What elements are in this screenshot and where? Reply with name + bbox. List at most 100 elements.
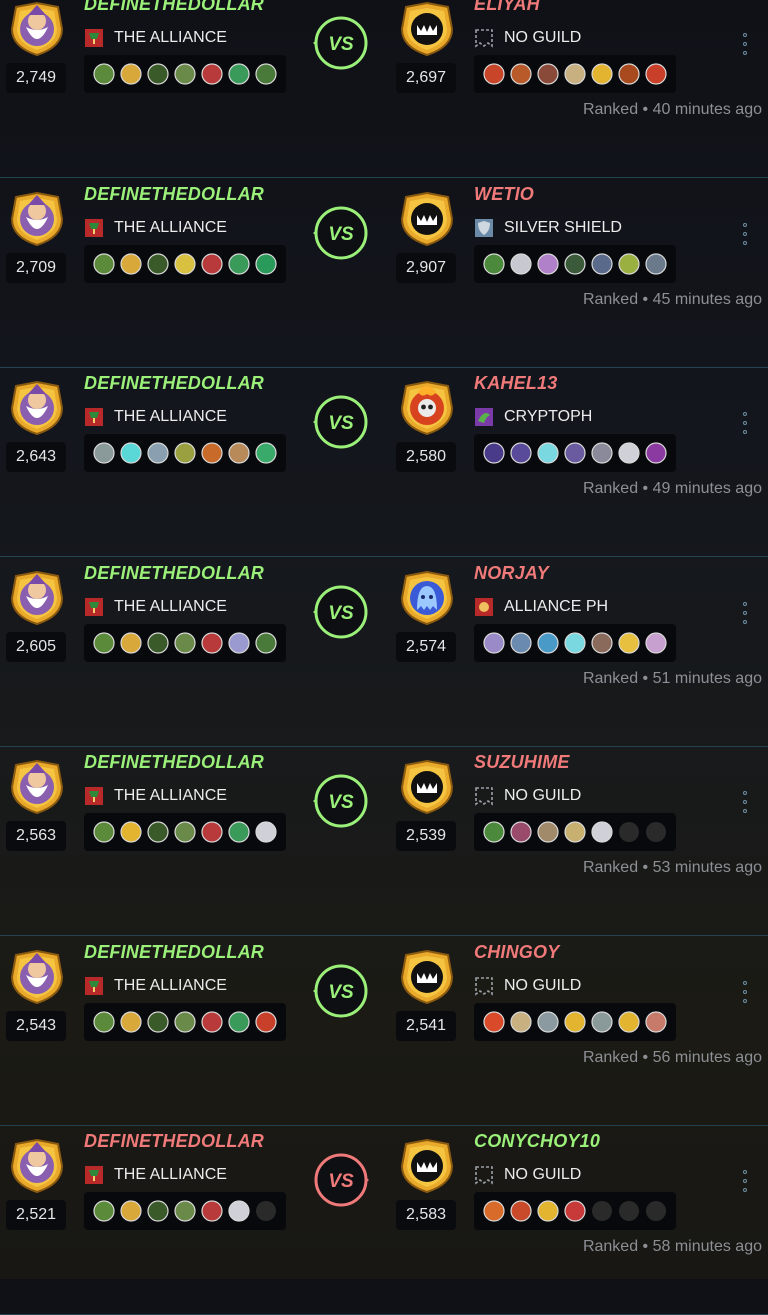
monster-card-icon[interactable] (510, 63, 532, 85)
player-team-lineup[interactable] (84, 623, 286, 662)
monster-card-icon[interactable] (537, 1200, 559, 1222)
guild-row[interactable]: THE ALLIANCE (84, 1164, 227, 1186)
monster-card-icon[interactable] (120, 63, 142, 85)
monster-card-icon[interactable] (147, 631, 169, 654)
monster-card-icon[interactable] (174, 631, 196, 654)
guild-row[interactable]: NO GUILD (474, 975, 581, 997)
monster-card-icon[interactable] (201, 252, 223, 275)
monster-card-icon[interactable] (201, 442, 223, 464)
monster-card-icon[interactable] (255, 821, 277, 843)
monster-card-icon[interactable] (93, 442, 115, 464)
player-name-link[interactable]: DEFINETHEDOLLAR (84, 0, 264, 15)
battle-entry[interactable]: 2,709 DEFINETHEDOLLAR THE ALLIANCE VS 2,907 W… (0, 179, 768, 368)
kebab-menu-icon[interactable] (740, 787, 750, 813)
player-team-lineup[interactable] (84, 55, 286, 93)
monster-card-icon[interactable] (174, 821, 196, 843)
monster-card-icon[interactable] (201, 63, 223, 85)
player-name-link[interactable]: DEFINETHEDOLLAR (84, 752, 264, 773)
monster-card-icon[interactable] (120, 442, 142, 464)
guild-row[interactable]: THE ALLIANCE (84, 596, 227, 618)
player-name-link[interactable]: WETIO (474, 184, 534, 205)
wizard-avatar[interactable] (8, 380, 66, 436)
monster-card-icon[interactable] (483, 63, 505, 85)
player-name-link[interactable]: DEFINETHEDOLLAR (84, 373, 264, 394)
monster-card-icon[interactable] (174, 252, 196, 275)
guild-row[interactable]: THE ALLIANCE (84, 406, 227, 428)
monster-card-icon[interactable] (591, 442, 613, 464)
monster-card-icon[interactable] (120, 252, 142, 275)
monster-card-icon[interactable] (537, 821, 559, 843)
monster-card-icon[interactable] (645, 631, 667, 654)
monster-card-icon[interactable] (564, 1010, 586, 1033)
kebab-menu-icon[interactable] (740, 598, 750, 624)
monster-card-icon[interactable] (537, 252, 559, 275)
monster-card-icon[interactable] (93, 1010, 115, 1033)
monster-card-icon[interactable] (564, 821, 586, 843)
opponent-team-lineup[interactable] (474, 813, 676, 851)
guild-row[interactable]: CRYPTOPH (474, 406, 592, 428)
wizard-avatar[interactable] (8, 949, 66, 1005)
player-name-link[interactable]: ELIYAH (474, 0, 540, 15)
monster-card-icon[interactable] (147, 63, 169, 85)
monster-card-icon[interactable] (93, 63, 115, 85)
wizard-avatar[interactable] (8, 191, 66, 247)
wizard-avatar[interactable] (8, 570, 66, 626)
player-name-link[interactable]: DEFINETHEDOLLAR (84, 563, 264, 584)
monster-card-icon[interactable] (93, 1200, 115, 1222)
monster-card-icon[interactable] (537, 1010, 559, 1033)
monster-card-icon[interactable] (618, 63, 640, 85)
opponent-team-lineup[interactable] (474, 434, 676, 472)
monster-card-icon[interactable] (564, 442, 586, 464)
monster-card-icon[interactable] (255, 63, 277, 85)
monster-card-icon[interactable] (147, 1200, 169, 1222)
monster-card-icon[interactable] (483, 442, 505, 464)
monster-card-icon[interactable] (120, 1010, 142, 1033)
player-team-lineup[interactable] (84, 244, 286, 283)
monster-card-icon[interactable] (510, 1010, 532, 1033)
opponent-team-lineup[interactable] (474, 623, 676, 662)
kebab-menu-icon[interactable] (740, 977, 750, 1003)
monster-card-icon[interactable] (174, 63, 196, 85)
kebab-menu-icon[interactable] (740, 29, 750, 55)
monster-card-icon[interactable] (483, 821, 505, 843)
monster-card-icon[interactable] (483, 631, 505, 654)
monster-card-icon[interactable] (93, 252, 115, 275)
monster-card-icon[interactable] (564, 631, 586, 654)
player-name-link[interactable]: DEFINETHEDOLLAR (84, 942, 264, 963)
player-name-link[interactable]: CHINGOY (474, 942, 559, 963)
battle-entry[interactable]: 2,521 DEFINETHEDOLLAR THE ALLIANCE VS 2,583 C… (0, 1126, 768, 1315)
monster-card-icon[interactable] (228, 63, 250, 85)
monster-card-icon[interactable] (120, 631, 142, 654)
guild-row[interactable]: SILVER SHIELD (474, 217, 622, 239)
monster-card-icon[interactable] (255, 1010, 277, 1033)
monster-card-icon[interactable] (228, 631, 250, 654)
monster-card-icon[interactable] (93, 821, 115, 843)
player-team-lineup[interactable] (84, 813, 286, 851)
monster-card-icon[interactable] (93, 631, 115, 654)
player-name-link[interactable]: KAHEL13 (474, 373, 557, 394)
monster-card-icon[interactable] (510, 631, 532, 654)
wizard-avatar[interactable] (8, 1, 66, 57)
opponent-team-lineup[interactable] (474, 1002, 676, 1041)
kebab-menu-icon[interactable] (740, 1166, 750, 1192)
monster-card-icon[interactable] (228, 821, 250, 843)
guild-row[interactable]: THE ALLIANCE (84, 217, 227, 239)
guild-row[interactable]: THE ALLIANCE (84, 785, 227, 807)
player-name-link[interactable]: CONYCHOY10 (474, 1131, 600, 1152)
monster-card-icon[interactable] (645, 252, 667, 275)
battle-entry[interactable]: 2,605 DEFINETHEDOLLAR THE ALLIANCE VS 2,574 N… (0, 558, 768, 747)
monster-card-icon[interactable] (591, 821, 613, 843)
monster-card-icon[interactable] (510, 1200, 532, 1222)
monster-card-icon[interactable] (228, 442, 250, 464)
monster-card-icon[interactable] (591, 1010, 613, 1033)
monster-card-icon[interactable] (591, 252, 613, 275)
wizard-avatar[interactable] (8, 1138, 66, 1194)
monster-card-icon[interactable] (147, 821, 169, 843)
wizard-avatar[interactable] (8, 759, 66, 815)
opponent-team-lineup[interactable] (474, 55, 676, 93)
player-name-link[interactable]: SUZUHIME (474, 752, 570, 773)
monster-card-icon[interactable] (255, 442, 277, 464)
guild-row[interactable]: ALLIANCE PH (474, 596, 608, 618)
monster-card-icon[interactable] (510, 252, 532, 275)
monster-card-icon[interactable] (564, 1200, 586, 1222)
